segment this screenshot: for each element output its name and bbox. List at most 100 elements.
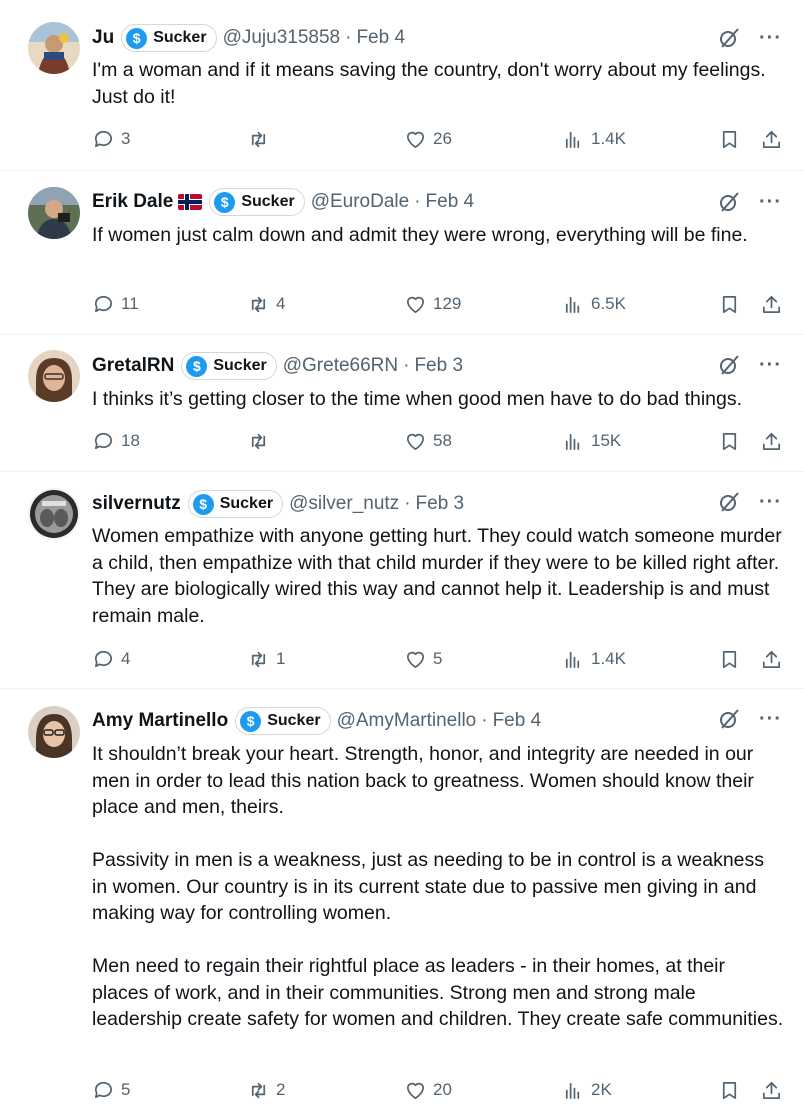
retweet-button[interactable] <box>247 124 276 154</box>
avatar[interactable] <box>28 22 80 74</box>
bookmark-button[interactable] <box>718 644 747 674</box>
avatar[interactable] <box>28 488 80 540</box>
grok-icon[interactable] <box>717 353 741 377</box>
badge-label: Sucker <box>267 712 321 729</box>
views-button[interactable]: 15K <box>562 426 621 456</box>
bookmark-button[interactable] <box>718 289 747 319</box>
separator-dot: · <box>403 355 410 376</box>
retweet-button[interactable]: 1 <box>247 644 285 674</box>
sucker-badge[interactable]: $ Sucker <box>235 707 331 735</box>
sucker-badge[interactable]: $ Sucker <box>181 352 277 380</box>
reply-button[interactable]: 4 <box>92 644 130 674</box>
tweet[interactable]: Erik Dale $ Sucker @EuroDale · Feb 4 ···… <box>0 171 804 334</box>
share-icon <box>762 295 781 313</box>
reply-icon <box>94 650 113 667</box>
share-button[interactable] <box>760 1075 789 1105</box>
more-options-icon[interactable]: ··· <box>759 492 782 512</box>
more-options-icon[interactable]: ··· <box>759 709 782 729</box>
like-count: 26 <box>433 129 452 148</box>
sucker-badge[interactable]: $ Sucker <box>209 188 305 216</box>
display-name[interactable]: Erik Dale <box>92 191 173 213</box>
tweet-date[interactable]: Feb 3 <box>416 493 465 515</box>
share-button[interactable] <box>760 289 789 319</box>
avatar[interactable] <box>28 187 80 239</box>
display-name[interactable]: Amy Martinello <box>92 710 228 732</box>
tweet[interactable]: Amy Martinello $ Sucker @AmyMartinello ·… <box>0 689 804 1110</box>
share-button[interactable] <box>760 124 789 154</box>
view-count: 15K <box>591 431 622 450</box>
views-button[interactable]: 2K <box>562 1075 612 1105</box>
like-button[interactable]: 20 <box>404 1075 452 1105</box>
bookmark-button[interactable] <box>718 1075 747 1105</box>
views-button[interactable]: 1.4K <box>562 124 626 154</box>
tweet-text: It shouldn’t break your heart. Strength,… <box>92 741 784 1033</box>
user-handle[interactable]: @Juju315858 <box>223 27 341 49</box>
views-button[interactable]: 1.4K <box>562 644 626 674</box>
display-name[interactable]: Ju <box>92 27 114 49</box>
badge-label: Sucker <box>153 29 207 46</box>
share-icon <box>762 130 781 148</box>
reply-button[interactable]: 18 <box>92 426 140 456</box>
user-handle[interactable]: @Grete66RN <box>283 355 398 377</box>
sucker-badge[interactable]: $ Sucker <box>187 490 284 518</box>
like-count: 58 <box>433 431 452 450</box>
share-button[interactable] <box>760 644 789 674</box>
retweet-icon <box>251 131 266 147</box>
sucker-badge[interactable]: $ Sucker <box>121 24 217 52</box>
retweet-button[interactable]: 2 <box>247 1075 285 1105</box>
reply-count: 4 <box>121 649 131 668</box>
tweet-date[interactable]: Feb 4 <box>493 710 542 732</box>
reply-button[interactable]: 5 <box>92 1075 130 1105</box>
more-options-icon[interactable]: ··· <box>759 28 782 48</box>
dollar-coin-icon: $ <box>214 191 236 213</box>
retweet-button[interactable]: 4 <box>247 289 285 319</box>
retweet-count: 2 <box>276 1080 286 1099</box>
bookmark-button[interactable] <box>718 426 747 456</box>
user-handle[interactable]: @EuroDale <box>311 191 410 213</box>
user-handle[interactable]: @silver_nutz <box>289 493 399 515</box>
retweet-button[interactable] <box>247 426 276 456</box>
user-handle[interactable]: @AmyMartinello <box>337 710 477 732</box>
retweet-icon <box>251 1082 266 1098</box>
view-count: 1.4K <box>591 649 626 668</box>
bookmark-icon <box>722 1081 737 1099</box>
avatar-image <box>28 706 80 758</box>
tweet[interactable]: silvernutz $ Sucker @silver_nutz · Feb 3… <box>0 472 804 688</box>
dollar-coin-icon: $ <box>240 710 262 732</box>
tweet-text: If women just calm down and admit they w… <box>92 222 784 249</box>
tweet-date[interactable]: Feb 3 <box>414 355 463 377</box>
separator-dot: · <box>345 27 352 48</box>
like-button[interactable]: 129 <box>404 289 461 319</box>
tweet[interactable]: GretalRN $ Sucker @Grete66RN · Feb 3 ···… <box>0 335 804 471</box>
views-chart-icon <box>565 296 580 313</box>
tweet-date[interactable]: Feb 4 <box>426 191 475 213</box>
tweet-paragraph: It shouldn’t break your heart. Strength,… <box>92 743 754 818</box>
reply-button[interactable]: 11 <box>92 289 139 319</box>
tweet-date[interactable]: Feb 4 <box>356 27 405 49</box>
grok-icon[interactable] <box>717 707 741 731</box>
like-count: 129 <box>433 294 462 313</box>
grok-icon[interactable] <box>717 490 741 514</box>
reply-icon <box>94 432 113 449</box>
badge-label: Sucker <box>219 495 274 512</box>
tweet[interactable]: Ju $ Sucker @Juju315858 · Feb 4 ··· I'm … <box>0 0 804 170</box>
grok-icon[interactable] <box>717 190 741 214</box>
like-button[interactable]: 5 <box>404 644 442 674</box>
reply-button[interactable]: 3 <box>92 124 130 154</box>
tweet-paragraph: Women empathize with anyone getting hurt… <box>92 525 782 627</box>
bookmark-icon <box>722 130 737 148</box>
avatar[interactable] <box>28 706 80 758</box>
views-button[interactable]: 6.5K <box>562 289 626 319</box>
more-options-icon[interactable]: ··· <box>759 192 782 212</box>
display-name[interactable]: silvernutz <box>92 493 181 515</box>
like-button[interactable]: 26 <box>404 124 452 154</box>
display-name[interactable]: GretalRN <box>92 355 174 377</box>
more-options-icon[interactable]: ··· <box>759 355 782 375</box>
grok-icon[interactable] <box>717 26 741 50</box>
bookmark-icon <box>722 295 737 313</box>
like-button[interactable]: 58 <box>404 426 452 456</box>
reply-count: 11 <box>121 294 139 313</box>
bookmark-button[interactable] <box>718 124 747 154</box>
avatar[interactable] <box>28 350 80 402</box>
share-button[interactable] <box>760 426 789 456</box>
